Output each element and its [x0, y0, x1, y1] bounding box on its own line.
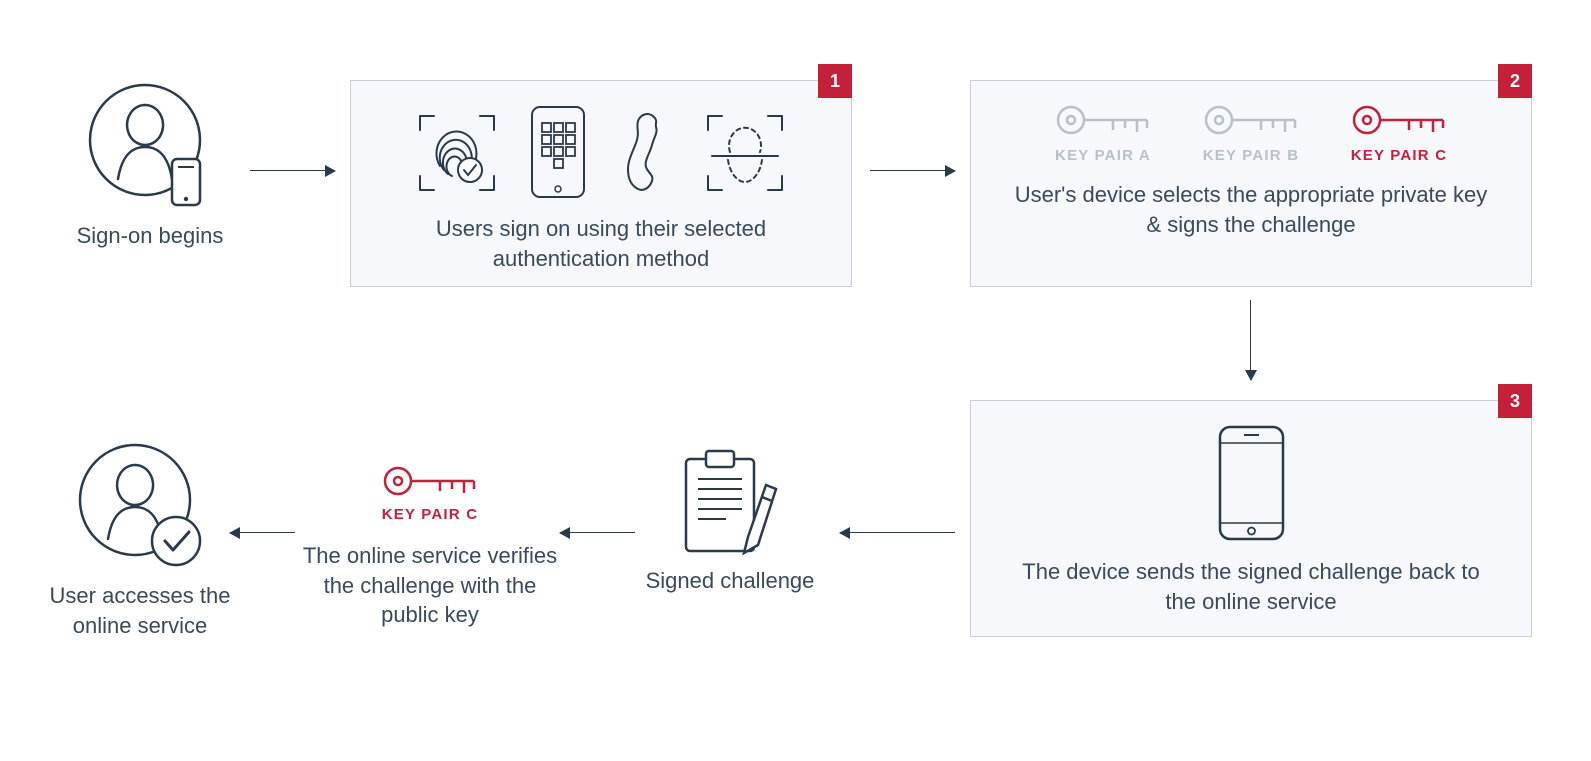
step2-keys: KEY PAIR A KEY PAIR B KEY PAIR C	[971, 81, 1531, 164]
step1-panel: 1	[350, 80, 852, 287]
signed-caption: Signed challenge	[640, 566, 820, 596]
key-b-label: KEY PAIR B	[1201, 147, 1301, 164]
key-pair-a: KEY PAIR A	[1053, 99, 1153, 164]
start-node: Sign-on begins	[60, 75, 240, 251]
key-pair-b: KEY PAIR B	[1201, 99, 1301, 164]
key-icon	[1053, 99, 1153, 141]
arrow-3-to-signed	[840, 532, 955, 533]
end-node: User accesses the online service	[40, 435, 240, 640]
smartphone-icon	[1214, 423, 1289, 543]
verify-key-label: KEY PAIR C	[300, 506, 560, 523]
verify-node: KEY PAIR C The online service verifies t…	[300, 460, 560, 630]
start-caption: Sign-on begins	[60, 221, 240, 251]
end-caption: User accesses the online service	[40, 581, 240, 640]
step1-icons	[351, 81, 851, 200]
key-icon	[380, 460, 480, 502]
arrow-2-to-3	[1250, 300, 1251, 380]
key-pair-c: KEY PAIR C	[1349, 99, 1449, 164]
signed-challenge-node: Signed challenge	[640, 445, 820, 596]
fingerprint-icon	[412, 108, 502, 198]
arrow-signed-to-verify	[560, 532, 635, 533]
telephone-icon	[614, 105, 674, 200]
user-check-icon	[70, 435, 210, 575]
arrow-start-to-1	[250, 170, 335, 171]
clipboard-pen-icon	[670, 445, 790, 560]
key-c-label: KEY PAIR C	[1349, 147, 1449, 164]
step1-caption: Users sign on using their selected authe…	[391, 214, 811, 273]
step2-badge: 2	[1498, 64, 1532, 98]
step2-panel: 2 KEY PAIR A KEY PAIR B KEY PAIR C User'…	[970, 80, 1532, 287]
step3-icon-wrap	[971, 401, 1531, 543]
key-icon	[1349, 99, 1449, 141]
step3-panel: 3 The device sends the signed challenge …	[970, 400, 1532, 637]
diagram-stage: Sign-on begins 1	[0, 0, 1591, 761]
arrow-1-to-2	[870, 170, 955, 171]
verify-caption: The online service verifies the challeng…	[300, 541, 560, 630]
key-icon	[1201, 99, 1301, 141]
phone-keypad-icon	[528, 105, 588, 200]
face-scan-icon	[700, 108, 790, 198]
step3-badge: 3	[1498, 384, 1532, 418]
user-phone-icon	[80, 75, 220, 215]
key-a-label: KEY PAIR A	[1053, 147, 1153, 164]
step2-caption: User's device selects the appropriate pr…	[1011, 180, 1491, 239]
step3-caption: The device sends the signed challenge ba…	[1021, 557, 1481, 616]
step1-badge: 1	[818, 64, 852, 98]
